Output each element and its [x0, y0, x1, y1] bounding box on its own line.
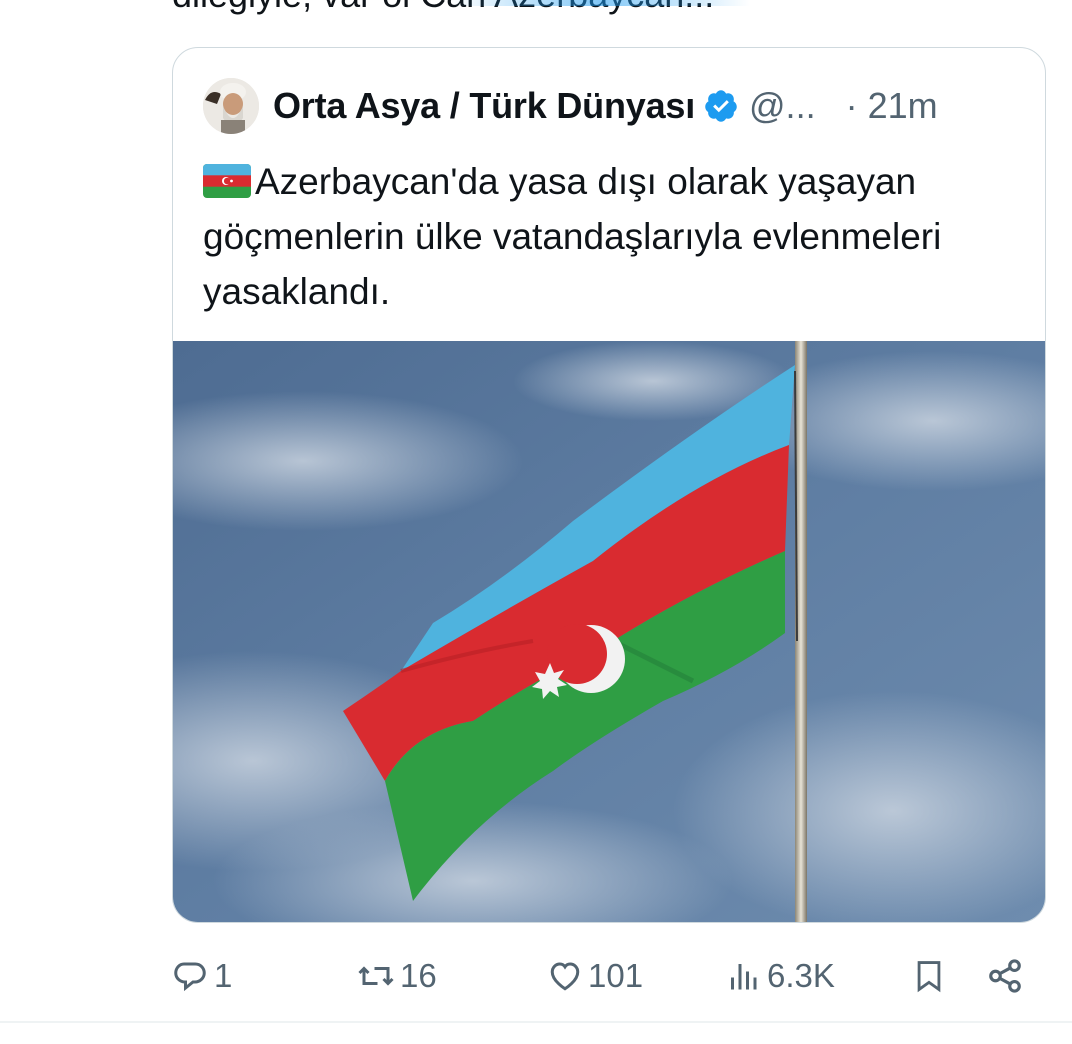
author-name[interactable]: Orta Asya / Türk Dünyası — [273, 85, 695, 127]
like-button[interactable]: 101 — [546, 946, 643, 1006]
heart-icon — [550, 962, 580, 991]
repost-button[interactable]: 16 — [356, 946, 437, 1006]
reply-button[interactable]: 1 — [172, 946, 232, 1006]
verified-badge-icon — [705, 90, 737, 122]
azerbaijan-flag-emoji — [203, 164, 251, 198]
quoted-tweet-header: Orta Asya / Türk Dünyası @... · 21m — [203, 76, 938, 136]
avatar[interactable] — [203, 78, 259, 134]
reply-count: 1 — [214, 957, 233, 994]
share-icon — [989, 959, 1021, 993]
like-count: 101 — [588, 957, 644, 994]
reply-icon — [174, 962, 206, 992]
repost-icon — [358, 966, 394, 986]
tweet-timestamp[interactable]: · 21m — [846, 85, 938, 127]
azerbaijan-flag-photo[interactable] — [173, 341, 1046, 922]
repost-count: 16 — [400, 957, 437, 994]
quoted-tweet-text: Azerbaycan'da yasa dışı olarak yaşayan g… — [203, 161, 942, 312]
share-button[interactable] — [986, 946, 1024, 1006]
analytics-icon — [731, 964, 757, 990]
scroll-highlight — [450, 0, 750, 6]
quoted-tweet-card[interactable]: Orta Asya / Türk Dünyası @... · 21m Azer… — [172, 47, 1046, 923]
author-handle[interactable]: @... — [749, 85, 816, 127]
views-button[interactable]: 6.3K — [725, 946, 835, 1006]
quoted-tweet-body: Azerbaycan'da yasa dışı olarak yaşayan g… — [203, 154, 1023, 319]
bookmark-button[interactable] — [912, 946, 946, 1006]
views-count: 6.3K — [767, 957, 835, 994]
bookmark-icon — [917, 961, 941, 993]
tweet-action-bar: 1 16 101 6.3K — [172, 946, 1032, 1006]
tweet-divider — [0, 1021, 1072, 1023]
